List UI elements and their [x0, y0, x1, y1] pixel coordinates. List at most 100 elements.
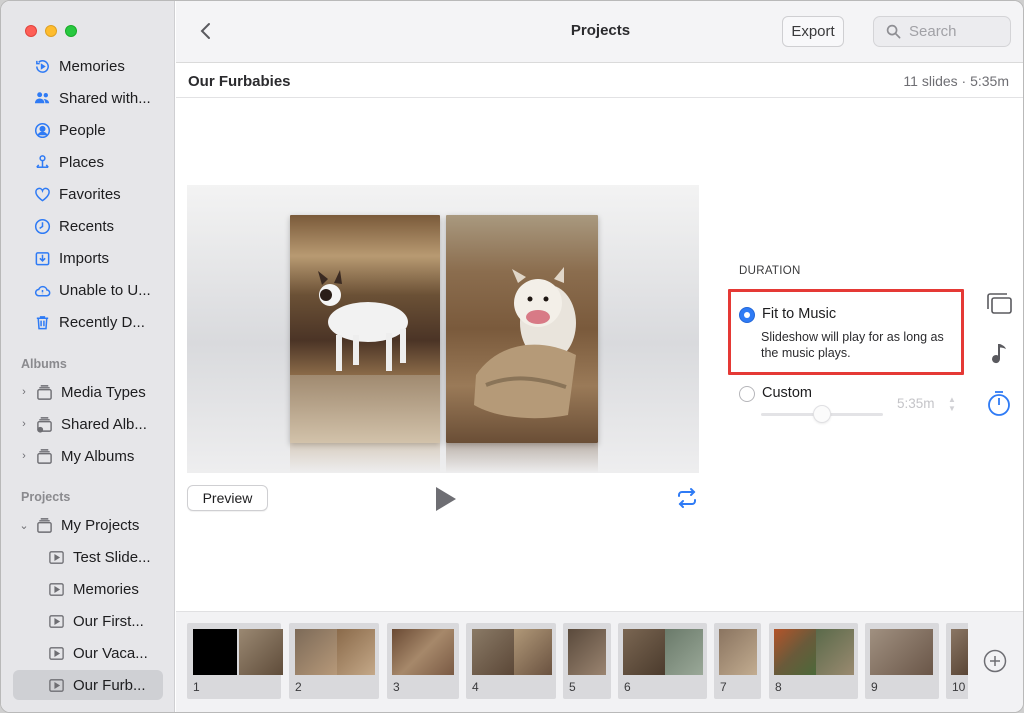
stepper-down-icon[interactable]: ▼ [947, 404, 957, 413]
reflection [290, 443, 440, 473]
sidebar-item-media-types[interactable]: › Media Types [1, 377, 175, 407]
loop-button[interactable] [675, 487, 699, 509]
fit-to-music-label: Fit to Music [762, 306, 837, 322]
project-header: Our Furbabies 11 slides · 5:35m [176, 63, 1023, 98]
custom-label: Custom [762, 385, 812, 401]
plus-circle-icon [983, 649, 1007, 673]
play-icon [436, 487, 456, 511]
themes-button[interactable] [984, 289, 1014, 319]
dog-image [474, 267, 576, 419]
sidebar-item-label: Unable to U... [59, 281, 151, 299]
sidebar-item-project-selected[interactable]: Our Furb... [1, 670, 175, 700]
chevron-right-icon[interactable]: › [19, 418, 29, 430]
duration-stepper[interactable]: ▲ ▼ [947, 395, 957, 415]
chevron-right-icon[interactable]: › [19, 450, 29, 462]
slide-thumbnail [623, 629, 667, 675]
filmstrip-slide[interactable]: 4 [466, 623, 556, 699]
project-title: Our Furbabies [188, 73, 291, 90]
minimize-window-button[interactable] [45, 25, 57, 37]
slide-thumbnail [665, 629, 703, 675]
albums-heading: Albums [21, 357, 67, 371]
slide-thumbnail [337, 629, 375, 675]
slide-number: 5 [569, 680, 576, 694]
slide-number: 8 [775, 680, 782, 694]
sidebar-item-my-albums[interactable]: › My Albums [1, 441, 175, 471]
slide-thumbnail [816, 629, 854, 675]
shared-stack-icon [35, 415, 53, 433]
sidebar-item-memories[interactable]: Memories [1, 51, 175, 81]
slideshow-icon [47, 676, 65, 694]
duration-button[interactable] [984, 389, 1014, 419]
sidebar-item-people[interactable]: People [1, 115, 175, 145]
slide-thumbnail [472, 629, 516, 675]
filmstrip-slide[interactable]: 5 [563, 623, 611, 699]
preview-photo-right [446, 215, 598, 443]
filmstrip-slide[interactable]: 2 [289, 623, 379, 699]
sidebar-item-label: Our Vaca... [73, 644, 148, 662]
filmstrip-slide[interactable]: 10 [946, 623, 968, 699]
sidebar-item-project[interactable]: Memories [1, 574, 175, 604]
play-button[interactable] [431, 485, 459, 513]
slideshow-icon [47, 548, 65, 566]
slideshow-preview[interactable] [187, 185, 699, 473]
pin-icon [33, 153, 51, 171]
toolbar: Projects Export [176, 1, 1023, 63]
slide-thumbnail [239, 629, 283, 675]
slide-thumbnail [295, 629, 339, 675]
close-window-button[interactable] [25, 25, 37, 37]
search-input[interactable] [909, 23, 1009, 40]
export-button[interactable]: Export [782, 16, 844, 47]
music-note-icon [992, 344, 1006, 364]
memories-icon [33, 57, 51, 75]
filmstrip-slide[interactable]: 8 [769, 623, 858, 699]
sidebar-item-favorites[interactable]: Favorites [1, 179, 175, 209]
sidebar-item-my-projects[interactable]: ⌄ My Projects [1, 510, 175, 540]
preview-photo-left [290, 215, 440, 443]
sidebar-item-label: Shared with... [59, 89, 151, 107]
slide-thumbnail [514, 629, 552, 675]
reflection [446, 443, 598, 473]
shared-with-you-icon [33, 89, 51, 107]
sidebar: Memories Shared with... People Places Fa… [1, 1, 175, 712]
filmstrip-slide[interactable]: 9 [865, 623, 939, 699]
search-icon [886, 24, 901, 39]
sidebar-item-shared-albums[interactable]: › Shared Alb... [1, 409, 175, 439]
slide-number: 1 [193, 680, 200, 694]
cloud-warning-icon [33, 281, 51, 299]
sidebar-item-recents[interactable]: Recents [1, 211, 175, 241]
stepper-up-icon[interactable]: ▲ [947, 395, 957, 404]
loop-icon [678, 488, 696, 508]
fit-to-music-radio[interactable] [739, 307, 755, 323]
zoom-window-button[interactable] [65, 25, 77, 37]
filmstrip-slide[interactable]: 7 [714, 623, 761, 699]
duration-slider-knob[interactable] [813, 405, 831, 423]
sidebar-item-project[interactable]: Our First... [1, 606, 175, 636]
fit-to-music-description: Slideshow will play for as long as the m… [761, 330, 944, 360]
sidebar-item-imports[interactable]: Imports [1, 243, 175, 273]
preview-button[interactable]: Preview [187, 485, 268, 511]
filmstrip-slide[interactable]: 1 [187, 623, 283, 699]
sidebar-item-shared-with-you[interactable]: Shared with... [1, 83, 175, 113]
slide-number: 3 [393, 680, 400, 694]
music-button[interactable] [984, 339, 1014, 369]
duration-time-field[interactable]: 5:35m [897, 396, 935, 411]
filmstrip-slide[interactable]: 6 [618, 623, 707, 699]
slide-thumbnail [951, 629, 968, 675]
stack-icon [35, 447, 53, 465]
sidebar-item-label: My Albums [61, 447, 135, 465]
sidebar-item-project[interactable]: Test Slide... [1, 542, 175, 572]
add-slide-button[interactable] [983, 649, 1007, 673]
chevron-down-icon[interactable]: ⌄ [19, 519, 29, 532]
sidebar-item-label: Recents [59, 217, 115, 235]
sidebar-item-project[interactable]: Our Vaca... [1, 638, 175, 668]
slide-thumbnail [568, 629, 606, 675]
chevron-right-icon[interactable]: › [19, 386, 29, 398]
sidebar-item-places[interactable]: Places [1, 147, 175, 177]
trash-icon [33, 313, 51, 331]
custom-radio[interactable] [739, 386, 755, 402]
sidebar-item-recently-deleted[interactable]: Recently D... [1, 307, 175, 337]
slideshow-icon [47, 612, 65, 630]
filmstrip-slide[interactable]: 3 [387, 623, 459, 699]
search-field[interactable] [873, 16, 1011, 47]
sidebar-item-unable-to-upload[interactable]: Unable to U... [1, 275, 175, 305]
